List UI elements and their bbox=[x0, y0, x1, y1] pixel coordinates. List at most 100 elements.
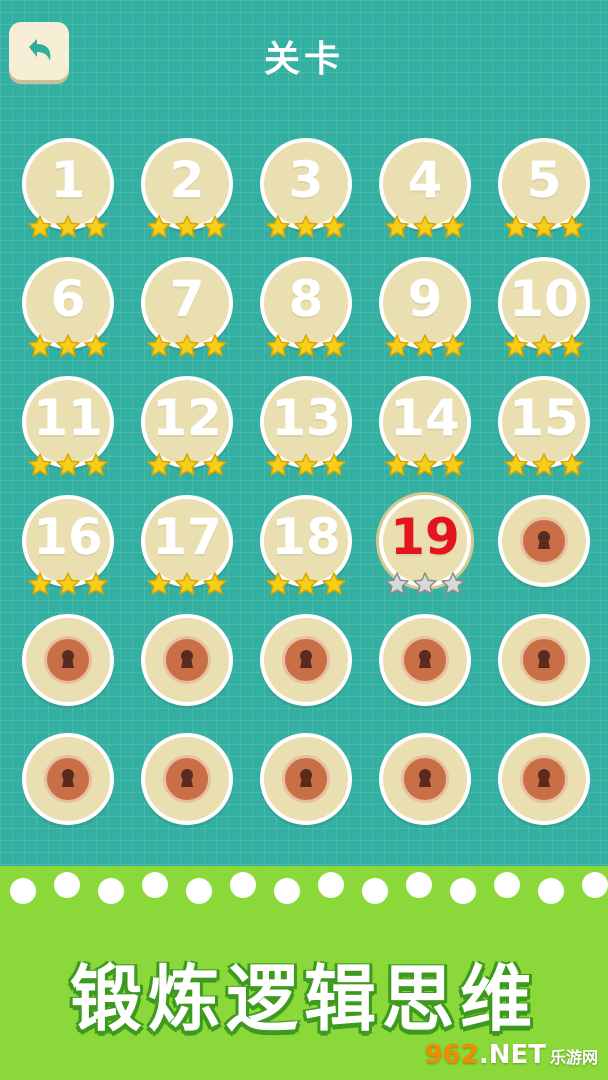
level-tile-locked[interactable] bbox=[137, 614, 237, 724]
level-tile-14[interactable]: 14 bbox=[375, 376, 475, 486]
level-stars bbox=[375, 452, 475, 478]
level-grid: 1 2 3 4 5 6 7 8 9 10 11 12 13 14 15 16 17 18 19 bbox=[0, 0, 608, 880]
keyhole-lock-icon bbox=[520, 517, 568, 565]
star-filled-icon bbox=[28, 572, 52, 595]
star-empty-icon bbox=[413, 572, 437, 595]
decorative-dot bbox=[274, 878, 300, 904]
star-filled-icon bbox=[147, 215, 171, 238]
level-tile-19[interactable]: 19 bbox=[375, 495, 475, 605]
level-stars bbox=[18, 214, 118, 240]
level-tile-5[interactable]: 5 bbox=[494, 138, 594, 248]
level-number: 12 bbox=[152, 389, 222, 447]
star-filled-icon bbox=[266, 334, 290, 357]
star-empty-icon bbox=[385, 572, 409, 595]
level-stars bbox=[256, 571, 356, 597]
level-tile-3[interactable]: 3 bbox=[256, 138, 356, 248]
level-stars bbox=[494, 214, 594, 240]
star-filled-icon bbox=[560, 453, 584, 476]
keyhole-lock-icon bbox=[401, 755, 449, 803]
star-filled-icon bbox=[504, 215, 528, 238]
level-tile-locked[interactable] bbox=[375, 733, 475, 843]
star-filled-icon bbox=[56, 453, 80, 476]
level-stars bbox=[137, 571, 237, 597]
level-number: 19 bbox=[390, 508, 460, 566]
level-tile-9[interactable]: 9 bbox=[375, 257, 475, 367]
level-tile-13[interactable]: 13 bbox=[256, 376, 356, 486]
star-filled-icon bbox=[147, 334, 171, 357]
level-stars bbox=[256, 214, 356, 240]
level-tile-16[interactable]: 16 bbox=[18, 495, 118, 605]
level-stars bbox=[137, 333, 237, 359]
keyhole-lock-icon bbox=[282, 755, 330, 803]
level-stars bbox=[137, 452, 237, 478]
level-number: 9 bbox=[407, 270, 443, 328]
level-tile-locked[interactable] bbox=[494, 614, 594, 724]
level-number: 6 bbox=[50, 270, 86, 328]
level-tile-17[interactable]: 17 bbox=[137, 495, 237, 605]
level-number: 18 bbox=[271, 508, 341, 566]
star-filled-icon bbox=[294, 572, 318, 595]
star-filled-icon bbox=[56, 215, 80, 238]
level-tile-6[interactable]: 6 bbox=[18, 257, 118, 367]
decorative-dot bbox=[98, 878, 124, 904]
level-tile-locked[interactable] bbox=[494, 733, 594, 843]
level-number: 5 bbox=[526, 151, 562, 209]
level-stars bbox=[256, 333, 356, 359]
level-tile-15[interactable]: 15 bbox=[494, 376, 594, 486]
star-filled-icon bbox=[385, 334, 409, 357]
watermark: 962.NET 乐游网 bbox=[425, 1040, 598, 1070]
level-tile-18[interactable]: 18 bbox=[256, 495, 356, 605]
star-filled-icon bbox=[266, 215, 290, 238]
level-tile-locked[interactable] bbox=[18, 614, 118, 724]
level-tile-locked[interactable] bbox=[256, 614, 356, 724]
level-number: 7 bbox=[169, 270, 205, 328]
star-filled-icon bbox=[413, 334, 437, 357]
star-filled-icon bbox=[441, 215, 465, 238]
level-tile-1[interactable]: 1 bbox=[18, 138, 118, 248]
star-empty-icon bbox=[441, 572, 465, 595]
keyhole-lock-icon bbox=[163, 755, 211, 803]
level-tile-4[interactable]: 4 bbox=[375, 138, 475, 248]
level-tile-locked[interactable] bbox=[137, 733, 237, 843]
star-filled-icon bbox=[322, 453, 346, 476]
level-number: 16 bbox=[33, 508, 103, 566]
level-tile-locked[interactable] bbox=[494, 495, 594, 605]
level-tile-locked[interactable] bbox=[256, 733, 356, 843]
star-filled-icon bbox=[504, 334, 528, 357]
level-stars bbox=[375, 571, 475, 597]
level-stars bbox=[256, 452, 356, 478]
level-number: 10 bbox=[509, 270, 579, 328]
level-stars bbox=[137, 214, 237, 240]
decorative-dot bbox=[186, 878, 212, 904]
decorative-dot bbox=[142, 872, 168, 898]
level-tile-locked[interactable] bbox=[375, 614, 475, 724]
level-tile-11[interactable]: 11 bbox=[18, 376, 118, 486]
star-filled-icon bbox=[413, 453, 437, 476]
level-tile-locked[interactable] bbox=[18, 733, 118, 843]
star-filled-icon bbox=[322, 334, 346, 357]
level-tile-8[interactable]: 8 bbox=[256, 257, 356, 367]
level-number: 17 bbox=[152, 508, 222, 566]
star-filled-icon bbox=[203, 453, 227, 476]
level-tile-12[interactable]: 12 bbox=[137, 376, 237, 486]
level-number: 1 bbox=[50, 151, 86, 209]
star-filled-icon bbox=[175, 453, 199, 476]
star-filled-icon bbox=[294, 334, 318, 357]
level-tile-7[interactable]: 7 bbox=[137, 257, 237, 367]
star-filled-icon bbox=[84, 572, 108, 595]
decorative-dot bbox=[450, 878, 476, 904]
decorative-dot bbox=[318, 872, 344, 898]
star-filled-icon bbox=[203, 215, 227, 238]
star-filled-icon bbox=[294, 453, 318, 476]
decorative-dots bbox=[0, 872, 608, 912]
decorative-dot bbox=[10, 878, 36, 904]
keyhole-lock-icon bbox=[282, 636, 330, 684]
level-number: 15 bbox=[509, 389, 579, 447]
decorative-dot bbox=[230, 872, 256, 898]
decorative-dot bbox=[538, 878, 564, 904]
level-stars bbox=[375, 333, 475, 359]
level-stars bbox=[494, 333, 594, 359]
level-tile-10[interactable]: 10 bbox=[494, 257, 594, 367]
watermark-brand-b: .NET bbox=[478, 1040, 546, 1070]
level-tile-2[interactable]: 2 bbox=[137, 138, 237, 248]
